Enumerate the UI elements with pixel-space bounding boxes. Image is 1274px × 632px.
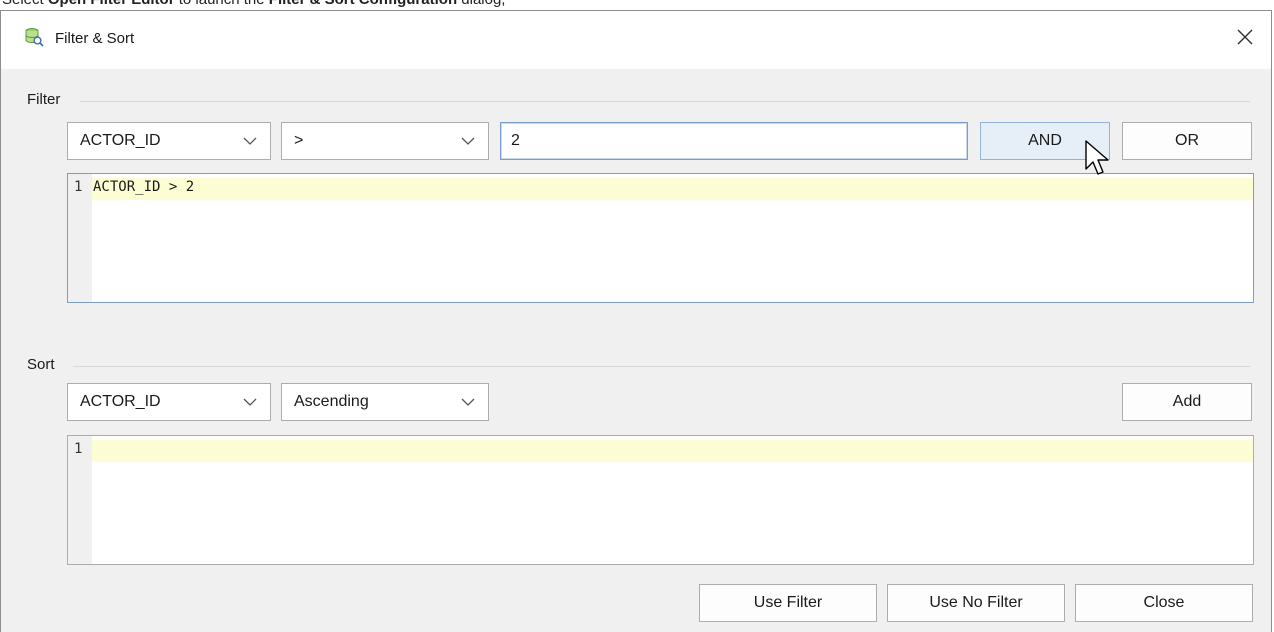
filter-section-divider <box>80 101 1250 102</box>
filter-operator-value: > <box>294 132 304 149</box>
current-line-highlight <box>92 440 1253 462</box>
sort-section-divider <box>73 366 1250 367</box>
filter-value-input[interactable]: 2 <box>500 122 968 160</box>
line-number: 1 <box>74 441 83 457</box>
use-filter-button[interactable]: Use Filter <box>699 584 877 622</box>
sort-column-select[interactable]: ACTOR_ID <box>67 383 271 421</box>
dialog-title: Filter & Sort <box>55 30 135 47</box>
filter-operator-select[interactable]: > <box>281 122 489 160</box>
line-number: 1 <box>74 179 83 195</box>
chevron-down-icon <box>243 398 257 406</box>
dialog-titlebar: Filter & Sort <box>1 11 1271 69</box>
filter-database-icon <box>24 27 44 47</box>
filter-column-value: ACTOR_ID <box>80 132 161 149</box>
sort-order-select[interactable]: Ascending <box>281 383 489 421</box>
caption-prefix: Select <box>2 0 48 8</box>
filter-expression-editor[interactable]: 1 ACTOR_ID > 2 <box>67 173 1254 303</box>
editor-line-text: ACTOR_ID > 2 <box>93 179 195 195</box>
caption-middle: to launch the <box>175 0 269 8</box>
filter-sort-dialog: Filter & Sort Filter ACTOR_ID > 2 AND OR… <box>0 10 1272 632</box>
sort-expression-editor[interactable]: 1 <box>67 435 1254 565</box>
add-sort-button[interactable]: Add <box>1122 383 1252 421</box>
caption-suffix: dialog, <box>457 0 505 8</box>
caption-bold-action: Open Filter Editor <box>48 0 175 8</box>
chevron-down-icon <box>461 137 475 145</box>
chevron-down-icon <box>461 398 475 406</box>
chevron-down-icon <box>243 137 257 145</box>
sort-section-label: Sort <box>27 356 55 373</box>
use-no-filter-button[interactable]: Use No Filter <box>887 584 1065 622</box>
filter-section-label: Filter <box>27 91 61 108</box>
close-button[interactable]: Close <box>1075 584 1253 622</box>
instruction-caption: Select Open Filter Editor to launch the … <box>2 0 505 8</box>
and-button[interactable]: AND <box>980 122 1110 160</box>
close-icon[interactable] <box>1231 23 1259 51</box>
or-button[interactable]: OR <box>1122 122 1252 160</box>
sort-order-value: Ascending <box>294 393 369 410</box>
filter-value-text: 2 <box>511 132 520 149</box>
sort-column-value: ACTOR_ID <box>80 393 161 410</box>
current-line-highlight <box>92 178 1253 200</box>
filter-column-select[interactable]: ACTOR_ID <box>67 122 271 160</box>
caption-bold-dialog: Filter & Sort Configuration <box>269 0 457 8</box>
